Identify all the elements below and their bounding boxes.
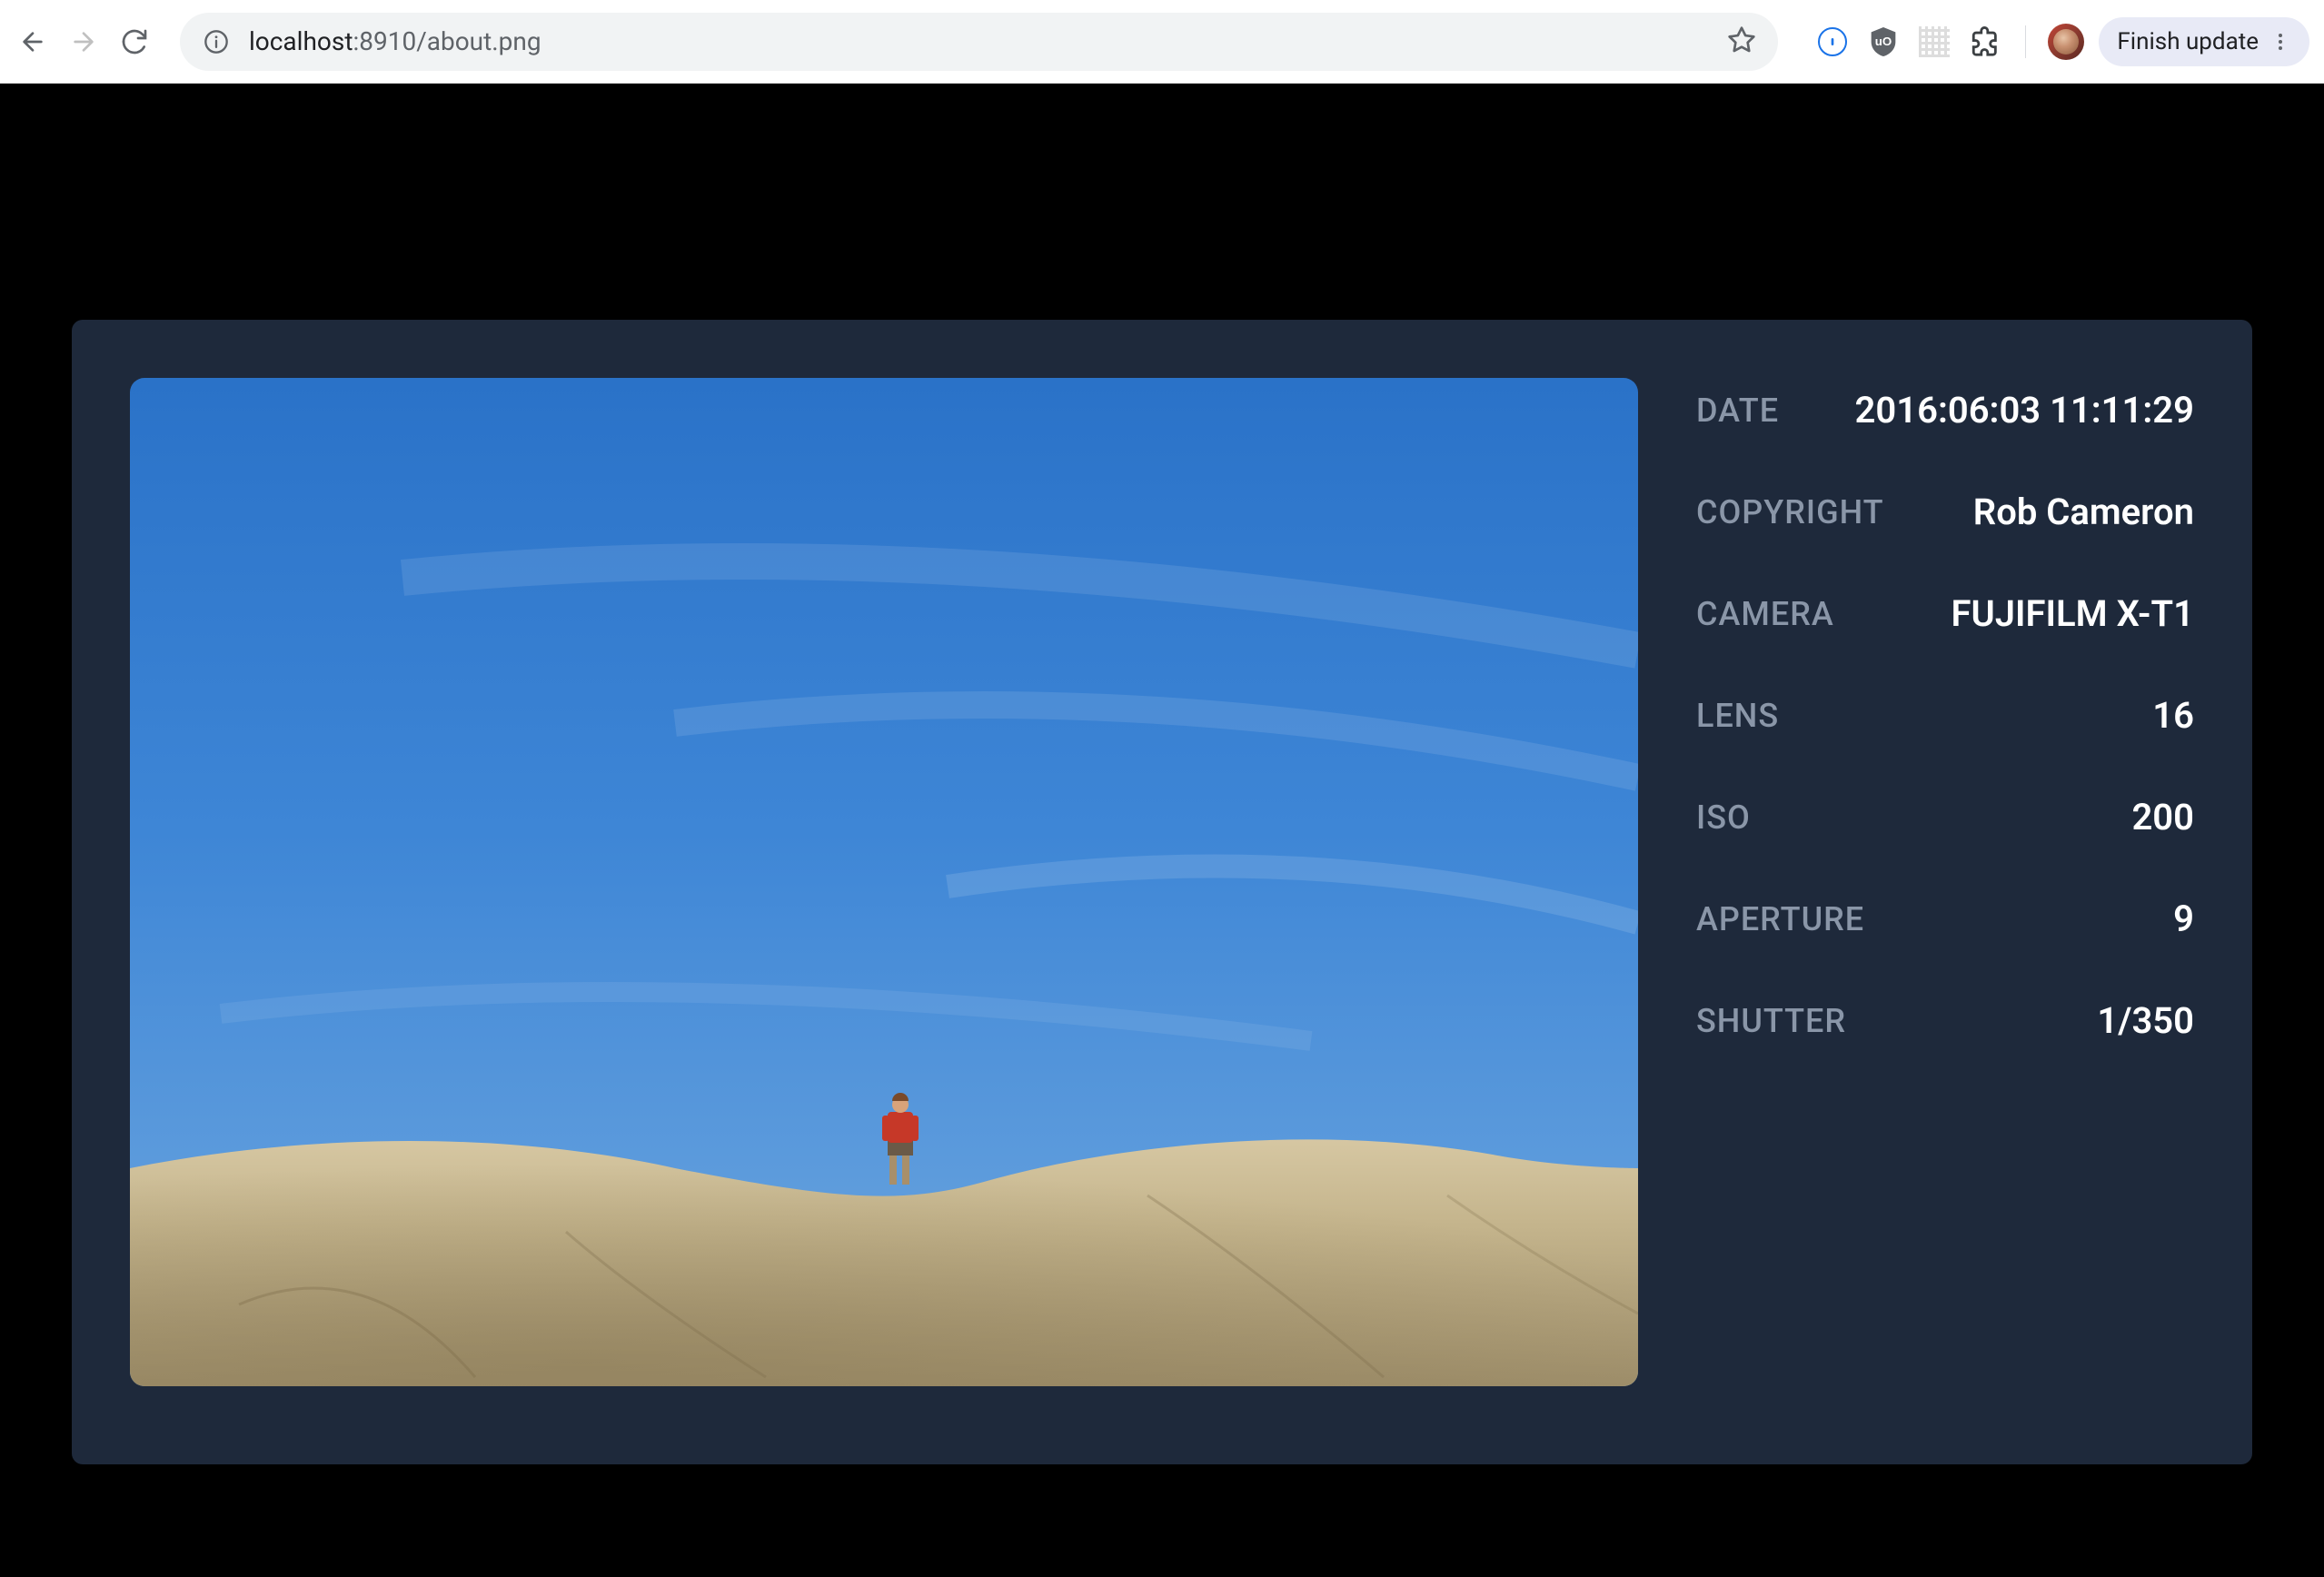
meta-row: ISO 200 (1696, 796, 2194, 838)
url-path: :8910/about.png (353, 26, 541, 56)
finish-update-label: Finish update (2117, 28, 2259, 55)
puzzle-icon (1970, 26, 2001, 57)
browser-actions: uO Finish update (1814, 17, 2309, 66)
meta-row: COPYRIGHT Rob Cameron (1696, 491, 2194, 533)
onepassword-icon (1818, 27, 1847, 56)
qr-icon (1919, 26, 1950, 57)
meta-row: LENS 16 (1696, 694, 2194, 737)
meta-label: COPYRIGHT (1696, 493, 1884, 531)
meta-label: APERTURE (1696, 900, 1864, 938)
extensions-button[interactable] (1967, 24, 2003, 60)
meta-value: Rob Cameron (1973, 491, 2194, 533)
svg-text:uO: uO (1875, 35, 1892, 48)
extension-qr[interactable] (1916, 24, 1952, 60)
photo-card: DATE 2016:06:03 11:11:29 COPYRIGHT Rob Came… (72, 320, 2252, 1464)
meta-value: 1/350 (2097, 999, 2194, 1042)
landscape-photo (130, 378, 1638, 1386)
meta-value: FUJIFILM X-T1 (1951, 592, 2194, 635)
bookmark-button[interactable] (1727, 25, 1756, 58)
photo-metadata: DATE 2016:06:03 11:11:29 COPYRIGHT Rob Came… (1696, 378, 2194, 1406)
meta-row: DATE 2016:06:03 11:11:29 (1696, 389, 2194, 431)
more-vertical-icon (2269, 31, 2291, 53)
meta-label: ISO (1696, 798, 1751, 837)
url-host: localhost (249, 26, 353, 56)
browser-toolbar: localhost:8910/about.png uO Finish updat… (0, 0, 2324, 84)
meta-value: 200 (2131, 796, 2194, 838)
star-icon (1727, 25, 1756, 55)
meta-label: LENS (1696, 697, 1779, 735)
reload-icon (120, 27, 149, 56)
meta-label: SHUTTER (1696, 1002, 1846, 1040)
site-info-icon[interactable] (202, 27, 231, 56)
meta-value: 2016:06:03 11:11:29 (1855, 389, 2194, 431)
meta-label: DATE (1696, 392, 1779, 430)
arrow-left-icon (18, 27, 47, 56)
forward-button[interactable] (65, 24, 102, 60)
page-viewport: DATE 2016:06:03 11:11:29 COPYRIGHT Rob Came… (0, 84, 2324, 1577)
meta-row: SHUTTER 1/350 (1696, 999, 2194, 1042)
meta-row: CAMERA FUJIFILM X-T1 (1696, 592, 2194, 635)
arrow-right-icon (69, 27, 98, 56)
avatar-image (2053, 29, 2079, 55)
address-bar[interactable]: localhost:8910/about.png (180, 13, 1778, 71)
photo-preview (130, 378, 1638, 1386)
finish-update-button[interactable]: Finish update (2099, 17, 2309, 66)
shield-icon: uO (1869, 25, 1898, 58)
extension-ublock[interactable]: uO (1865, 24, 1902, 60)
meta-row: APERTURE 9 (1696, 898, 2194, 940)
url-display: localhost:8910/about.png (249, 26, 541, 56)
extension-1password[interactable] (1814, 24, 1851, 60)
nav-button-group (15, 24, 153, 60)
meta-value: 16 (2152, 694, 2194, 737)
meta-value: 9 (2173, 898, 2194, 940)
reload-button[interactable] (116, 24, 153, 60)
back-button[interactable] (15, 24, 51, 60)
meta-label: CAMERA (1696, 595, 1834, 633)
toolbar-divider (2025, 25, 2026, 58)
profile-avatar[interactable] (2048, 24, 2084, 60)
